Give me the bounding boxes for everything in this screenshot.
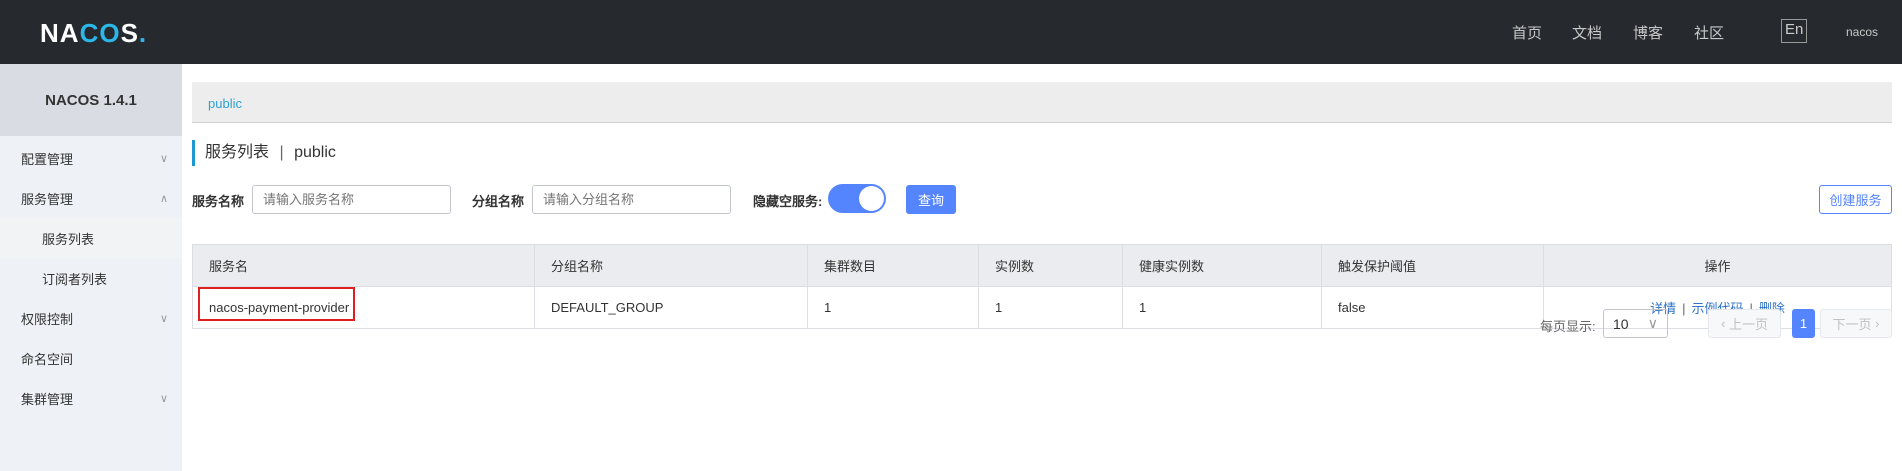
table-header-row: 服务名 分组名称 集群数目 实例数 健康实例数 触发保护阈值 操作	[192, 244, 1892, 287]
service-name-label: 服务名称	[192, 194, 245, 209]
next-page-button[interactable]: 下一页 ›	[1820, 309, 1892, 338]
chevron-down-icon: ∨	[159, 312, 168, 325]
cell-group: DEFAULT_GROUP	[534, 286, 808, 329]
sidebar-item-permissions[interactable]: 权限控制 ∨	[0, 298, 182, 338]
hide-empty-label: 隐藏空服务:	[753, 194, 823, 209]
version-title: NACOS 1.4.1	[0, 64, 182, 136]
col-instance-count: 实例数	[978, 244, 1123, 287]
col-cluster-count: 集群数目	[807, 244, 979, 287]
toggle-knob	[859, 186, 884, 211]
sidebar-item-label: 配置管理	[21, 151, 74, 167]
page-title-text: 服务列表	[205, 144, 270, 161]
chevron-left-icon: ‹	[1721, 316, 1729, 331]
nav-docs[interactable]: 文档	[1572, 22, 1602, 43]
page-namespace: public	[294, 144, 336, 161]
nav-community[interactable]: 社区	[1694, 22, 1724, 43]
sidebar-item-label: 集群管理	[21, 391, 74, 407]
per-page-value: 10	[1613, 316, 1629, 332]
prev-page-button[interactable]: ‹ 上一页	[1708, 309, 1781, 338]
top-header: NACOS. 首页 文档 博客 社区 En nacos	[0, 0, 1902, 64]
namespace-link[interactable]: public	[208, 96, 242, 111]
cell-healthy: 1	[1122, 286, 1322, 329]
cell-threshold: false	[1321, 286, 1544, 329]
sidebar-item-namespace[interactable]: 命名空间	[0, 338, 182, 378]
title-separator: |	[279, 144, 284, 161]
sidebar-item-cluster[interactable]: 集群管理 ∨	[0, 378, 182, 418]
sidebar-item-service-mgmt[interactable]: 服务管理 ∧	[0, 178, 182, 218]
sidebar-item-label: 服务列表	[42, 231, 95, 247]
col-service-name: 服务名	[192, 244, 535, 287]
next-label: 下一页	[1832, 317, 1872, 332]
col-threshold: 触发保护阈值	[1321, 244, 1544, 287]
sidebar-item-label: 订阅者列表	[42, 271, 108, 287]
nacos-logo[interactable]: NACOS.	[40, 18, 147, 49]
service-name-input[interactable]	[252, 185, 451, 214]
chevron-down-icon: ∨	[1647, 315, 1658, 331]
separator: |	[1682, 301, 1686, 316]
nav-blog[interactable]: 博客	[1633, 22, 1663, 43]
nav-home[interactable]: 首页	[1512, 22, 1542, 43]
user-menu[interactable]: nacos	[1846, 25, 1878, 39]
sidebar-item-label: 服务管理	[21, 191, 74, 207]
sidebar-item-service-list[interactable]: 服务列表	[0, 218, 182, 258]
sidebar-item-config[interactable]: 配置管理 ∨	[0, 138, 182, 178]
sidebar-item-label: 命名空间	[21, 351, 74, 367]
namespace-breadcrumb[interactable]: public	[192, 82, 1892, 123]
prev-label: 上一页	[1728, 317, 1768, 332]
col-group-name: 分组名称	[534, 244, 808, 287]
query-button[interactable]: 查询	[906, 185, 956, 214]
sidebar-item-subscribers[interactable]: 订阅者列表	[0, 258, 182, 298]
page-title: 服务列表 | public	[192, 140, 336, 166]
chevron-down-icon: ∨	[159, 392, 168, 405]
col-healthy-count: 健康实例数	[1122, 244, 1322, 287]
col-actions: 操作	[1543, 244, 1892, 287]
per-page-label: 每页显示:	[1540, 319, 1596, 334]
chevron-right-icon: ›	[1871, 316, 1880, 331]
chevron-up-icon: ∧	[159, 192, 168, 205]
highlight-box	[198, 287, 355, 321]
group-name-label: 分组名称	[472, 194, 525, 209]
per-page-select[interactable]: 10 ∨	[1603, 309, 1668, 338]
page-1-button[interactable]: 1	[1792, 309, 1815, 338]
create-service-button[interactable]: 创建服务	[1819, 185, 1892, 214]
cell-instances: 1	[978, 286, 1123, 329]
chevron-down-icon: ∨	[159, 152, 168, 165]
sidebar: NACOS 1.4.1 配置管理 ∨ 服务管理 ∧ 服务列表 订阅者列表 权限控制 ∨…	[0, 64, 182, 471]
group-name-input[interactable]	[532, 185, 731, 214]
hide-empty-toggle[interactable]	[828, 184, 886, 213]
language-toggle[interactable]: En	[1781, 19, 1808, 43]
sidebar-item-label: 权限控制	[21, 311, 74, 327]
cell-clusters: 1	[807, 286, 979, 329]
